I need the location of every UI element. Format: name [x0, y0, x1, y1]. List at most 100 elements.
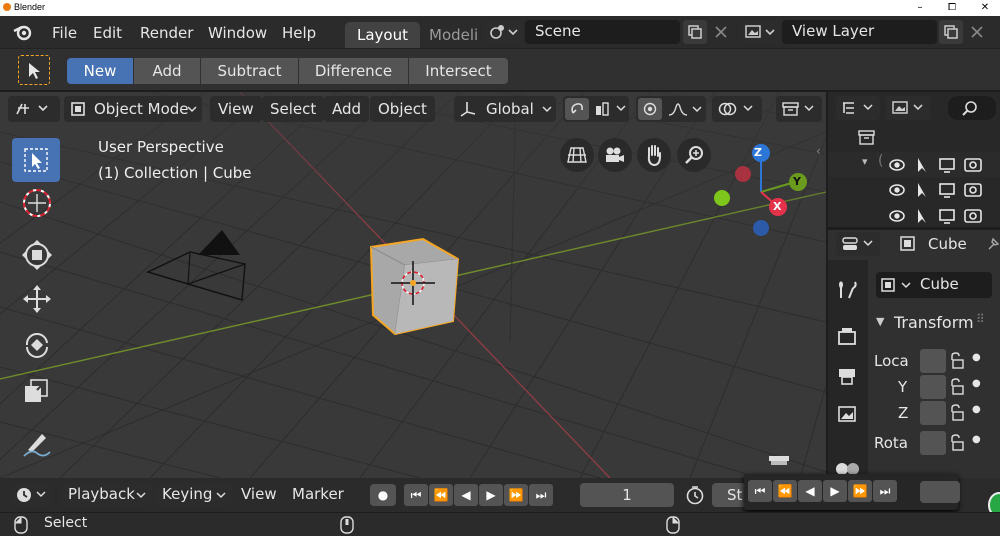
editor-type-dropdown[interactable]	[8, 96, 60, 122]
tab-layout[interactable]: Layout	[345, 22, 420, 48]
translate-tool-button[interactable]	[12, 278, 60, 322]
delete-view-layer-button[interactable]	[965, 20, 989, 44]
viewport-shading-dropdown[interactable]	[776, 96, 822, 122]
blender-menu-icon[interactable]	[12, 23, 34, 41]
move-tool-button[interactable]	[12, 234, 60, 278]
delete-scene-button[interactable]	[709, 20, 733, 44]
jump-start-button[interactable]: ⏮	[404, 484, 428, 506]
keyframe-dot-icon[interactable]: ●	[972, 378, 981, 389]
annotate-tool-button[interactable]	[12, 420, 60, 464]
jump-keyframe-back-button[interactable]: ⏪	[773, 480, 797, 502]
stopwatch-icon[interactable]	[684, 485, 706, 505]
sidebar-toggle-icon[interactable]: ‹	[816, 144, 821, 158]
timeline-menu-view[interactable]: View	[241, 485, 277, 503]
scene-name-field[interactable]: Scene	[525, 20, 680, 44]
view-layer-dropdown[interactable]	[740, 20, 780, 44]
mode-intersect-button[interactable]: Intersect	[409, 58, 508, 84]
viewport-menu-view[interactable]: View	[210, 96, 262, 122]
pivot-point-button[interactable]	[565, 98, 589, 120]
current-frame-field[interactable]: 1	[580, 483, 674, 507]
drag-handle-icon[interactable]: ⠿	[976, 312, 985, 326]
jump-keyframe-forward-button[interactable]: ⏩	[504, 484, 528, 506]
location-y-field[interactable]	[920, 375, 946, 399]
play-reverse-button[interactable]: ◀	[454, 484, 478, 506]
minimize-button[interactable]: –	[905, 0, 935, 16]
output-printer-icon[interactable]	[837, 365, 859, 387]
new-scene-button[interactable]	[683, 20, 707, 44]
keyframe-dot-icon[interactable]: ●	[972, 352, 981, 363]
jump-keyframe-back-button[interactable]: ⏪	[429, 484, 453, 506]
end-frame-field[interactable]	[920, 481, 960, 503]
mode-difference-button[interactable]: Difference	[299, 58, 408, 84]
overlays-dropdown[interactable]	[712, 96, 762, 122]
proportional-edit-button[interactable]	[638, 98, 662, 120]
keying-menu[interactable]: Keying	[154, 483, 232, 507]
menu-window[interactable]: Window	[208, 24, 267, 42]
close-window-button[interactable]: ✕	[970, 0, 1000, 16]
outliner-editor-type-dropdown[interactable]	[836, 96, 880, 120]
menu-edit[interactable]: Edit	[93, 24, 122, 42]
toggle-camera-view-button[interactable]	[560, 138, 594, 172]
tab-modeling[interactable]: Modeli	[417, 22, 477, 48]
keyframe-dot-icon[interactable]: ●	[972, 404, 981, 415]
transform-orientation-dropdown[interactable]: Global	[454, 96, 556, 122]
lock-icon[interactable]	[948, 404, 966, 422]
timeline-editor-type-dropdown[interactable]	[10, 483, 52, 507]
scene-type-dropdown[interactable]	[484, 20, 522, 44]
select-tool-button[interactable]	[12, 138, 60, 182]
menu-help[interactable]: Help	[282, 24, 316, 42]
lock-icon[interactable]	[948, 434, 966, 452]
camera-view-button[interactable]	[598, 138, 632, 172]
cursor-tool-button[interactable]	[12, 182, 60, 226]
mode-subtract-button[interactable]: Subtract	[201, 58, 298, 84]
view-layer-image-icon[interactable]	[837, 405, 859, 427]
pan-view-button[interactable]	[637, 138, 671, 172]
mode-new-button[interactable]: New	[67, 58, 133, 84]
jump-keyframe-forward-button[interactable]: ⏩	[848, 480, 872, 502]
viewport-menu-object[interactable]: Object	[370, 96, 435, 122]
outliner-search-field[interactable]	[948, 96, 996, 120]
rotate-tool-button[interactable]	[12, 324, 60, 368]
lock-icon[interactable]	[948, 352, 966, 370]
mode-add-button[interactable]: Add	[134, 58, 200, 84]
record-button[interactable]: ●	[370, 484, 396, 506]
render-icon[interactable]	[837, 325, 859, 347]
pin-icon[interactable]	[986, 237, 1000, 251]
jump-start-button[interactable]: ⏮	[748, 480, 772, 502]
expand-chevron-icon[interactable]: ▾	[862, 155, 868, 168]
play-reverse-button[interactable]: ◀	[798, 480, 822, 502]
transform-panel-header[interactable]: ▼ Transform ⠿	[872, 312, 1000, 336]
jump-end-button[interactable]: ⏭	[873, 480, 897, 502]
timeline-menu-marker[interactable]: Marker	[292, 485, 344, 503]
playback-menu[interactable]: Playback	[60, 483, 152, 507]
new-view-layer-button[interactable]	[939, 20, 963, 44]
rotation-x-field[interactable]	[920, 431, 946, 455]
snap-icon[interactable]	[595, 102, 627, 116]
maximize-button[interactable]: ⧠	[937, 0, 967, 16]
viewport-menu-add[interactable]: Add	[324, 96, 370, 122]
view-layer-name-field[interactable]: View Layer	[782, 20, 937, 44]
jump-end-button[interactable]: ⏭	[529, 484, 553, 506]
viewport-menu-select[interactable]: Select	[262, 96, 325, 122]
play-button[interactable]: ▶	[823, 480, 847, 502]
menu-render[interactable]: Render	[140, 24, 193, 42]
keyframe-dot-icon[interactable]: ●	[972, 434, 981, 445]
camera-object[interactable]	[140, 222, 255, 302]
menu-file[interactable]: File	[52, 24, 77, 42]
location-x-field[interactable]	[920, 349, 946, 373]
tool-wrench-icon[interactable]	[837, 280, 859, 302]
cube-object[interactable]	[365, 237, 465, 337]
select-box-tool-button[interactable]	[18, 55, 50, 85]
3d-viewport[interactable]: User Perspective (1) Collection | Cube Z…	[0, 92, 826, 478]
location-z-field[interactable]	[920, 401, 946, 425]
play-button[interactable]: ▶	[479, 484, 503, 506]
object-mode-dropdown[interactable]: Object Mode	[64, 96, 202, 122]
properties-editor-type-dropdown[interactable]	[836, 232, 880, 256]
lock-icon[interactable]	[948, 378, 966, 396]
start-frame-field[interactable]: St	[712, 483, 748, 507]
visibility-toggles[interactable]	[886, 154, 996, 230]
scale-tool-button[interactable]	[12, 370, 60, 414]
object-name-field[interactable]: Cube	[876, 272, 992, 298]
display-mode-dropdown[interactable]	[886, 96, 930, 120]
falloff-curve-icon[interactable]	[668, 101, 704, 117]
